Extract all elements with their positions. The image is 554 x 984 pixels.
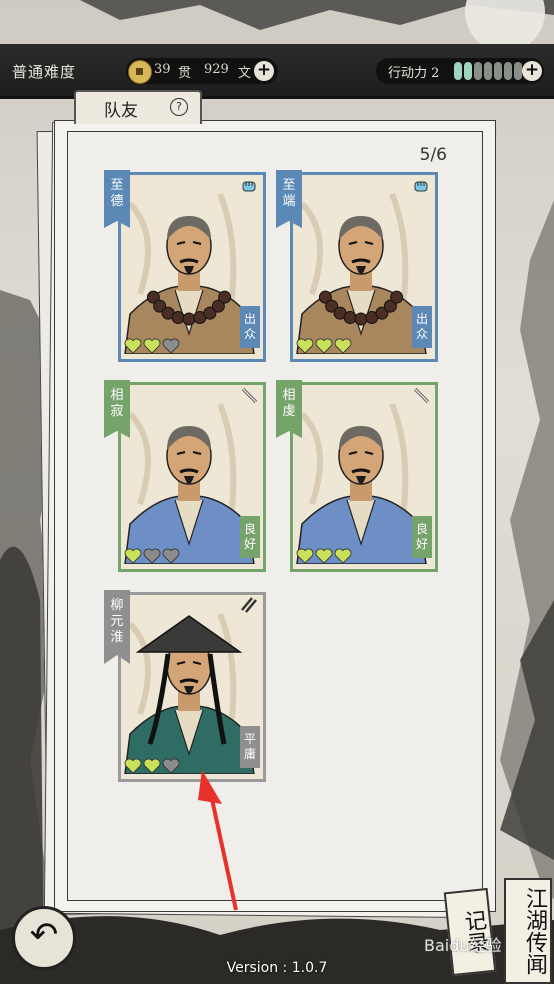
add-action-button[interactable]: + (522, 61, 542, 81)
teammate-name: 至 端 (276, 170, 302, 228)
heart-icon (162, 548, 180, 564)
portrait-area (292, 384, 431, 564)
help-icon[interactable]: ? (170, 98, 188, 116)
teammate-card[interactable]: 柳 元 淮平 庸 (104, 590, 266, 782)
action-points-bar (454, 62, 522, 80)
difficulty-label: 普通难度 (12, 63, 77, 81)
staff-icon (241, 387, 258, 404)
affinity-hearts (124, 548, 180, 564)
teammate-card[interactable]: 相 寂良 好 (104, 380, 266, 572)
fist-icon (414, 181, 428, 192)
wen-unit: 文 (238, 66, 252, 81)
heart-icon (296, 548, 314, 564)
watermark: Baidu经验 (424, 936, 502, 955)
action-points-display: 行动力 2 + (376, 58, 544, 84)
heart-icon (334, 338, 352, 354)
teammate-name: 相 寂 (104, 380, 130, 438)
action-point-pip (484, 62, 492, 80)
teammate-quality: 平 庸 (240, 726, 260, 768)
teammate-quality: 出 众 (412, 306, 432, 348)
portrait-area (292, 174, 431, 354)
portrait-area (120, 384, 259, 564)
team-count: 5/6 (419, 145, 447, 165)
teammate-quality: 良 好 (240, 516, 260, 558)
action-point-pip (474, 62, 482, 80)
action-point-pip (494, 62, 502, 80)
fist-icon (242, 181, 256, 192)
heart-icon (143, 758, 161, 774)
back-arrow-icon: ↶ (29, 915, 59, 955)
teammate-name: 柳 元 淮 (104, 590, 130, 664)
money-display: 39 贯 929 文 + (126, 58, 278, 84)
heart-icon (334, 548, 352, 564)
heart-icon (124, 338, 142, 354)
tab-title: 队友 (104, 101, 138, 121)
heart-icon (315, 338, 333, 354)
character-portrait (296, 192, 427, 354)
teammate-name: 至 德 (104, 170, 130, 228)
affinity-hearts (296, 338, 352, 354)
character-portrait (124, 612, 255, 774)
teammate-name: 相 虔 (276, 380, 302, 438)
character-portrait (124, 402, 255, 564)
action-point-pip (514, 62, 522, 80)
character-portrait (296, 402, 427, 564)
rumors-button[interactable]: 江湖传闻 (504, 878, 552, 984)
staff-icon (413, 387, 430, 404)
add-money-button[interactable]: + (254, 61, 274, 81)
heart-icon (124, 548, 142, 564)
heart-icon (124, 758, 142, 774)
heart-icon (296, 338, 314, 354)
affinity-hearts (296, 548, 352, 564)
character-portrait (124, 192, 255, 354)
action-point-pip (504, 62, 512, 80)
dual-swords-icon (241, 597, 257, 613)
heart-icon (162, 338, 180, 354)
teammate-card[interactable]: 至 德出 众 (104, 170, 266, 362)
teammate-quality: 良 好 (412, 516, 432, 558)
guan-unit: 贯 (178, 66, 192, 81)
portrait-area (120, 594, 259, 774)
affinity-hearts (124, 338, 180, 354)
heart-icon (162, 758, 180, 774)
heart-icon (143, 548, 161, 564)
teammate-quality: 出 众 (240, 306, 260, 348)
tab-teammates[interactable]: 队友 ? (74, 90, 202, 124)
teammate-card[interactable]: 相 虔良 好 (276, 380, 438, 572)
action-point-pip (464, 62, 472, 80)
affinity-hearts (124, 758, 180, 774)
wen-amount: 929 (204, 62, 229, 77)
teammate-card[interactable]: 至 端出 众 (276, 170, 438, 362)
guan-amount: 39 (154, 62, 171, 77)
heart-icon (143, 338, 161, 354)
action-points-label: 行动力 2 (388, 66, 440, 81)
action-point-pip (454, 62, 462, 80)
portrait-area (120, 174, 259, 354)
coin-icon (128, 60, 152, 84)
heart-icon (315, 548, 333, 564)
